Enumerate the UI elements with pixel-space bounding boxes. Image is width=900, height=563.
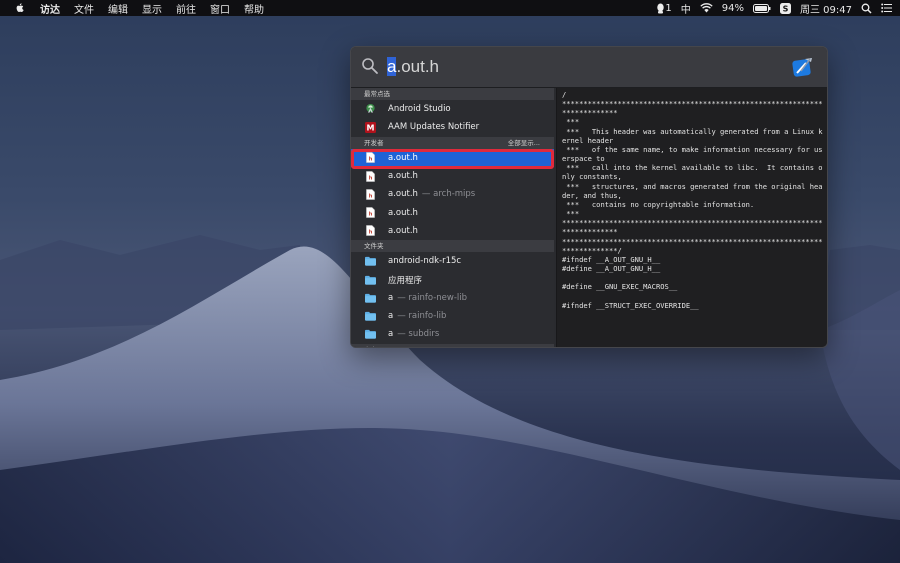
section-header-developer: 开发者 全部显示... — [351, 136, 554, 149]
battery-icon[interactable] — [753, 3, 771, 13]
qq-icon — [657, 3, 665, 13]
highlight-outline — [351, 148, 554, 169]
spotlight-menu-icon[interactable] — [861, 3, 872, 14]
header-file-icon: h — [365, 170, 376, 182]
header-file-icon: h — [365, 225, 376, 237]
svg-text:M: M — [367, 123, 375, 132]
show-all-link[interactable]: 全部显示... — [508, 137, 540, 149]
folder-icon — [365, 310, 376, 322]
adobe-icon: M — [365, 121, 376, 133]
result-label: a — [388, 311, 394, 322]
result-a-out-h[interactable]: h a.out.h — [351, 167, 554, 185]
search-query-rest: .out.h — [396, 57, 440, 76]
result-a-out-h-arch-mips[interactable]: h a.out.h — arch-mips — [351, 185, 554, 203]
section-header-definition: 定义 — [351, 343, 554, 347]
result-folder-a-subdirs[interactable]: a — subdirs — [351, 325, 554, 343]
folder-icon — [365, 255, 376, 267]
notification-center-icon[interactable] — [881, 3, 892, 13]
skype-icon[interactable]: S — [780, 2, 791, 14]
svg-text:S: S — [783, 4, 789, 13]
result-location: — subdirs — [397, 329, 440, 340]
svg-text:h: h — [369, 230, 373, 236]
folder-icon — [365, 328, 376, 340]
section-title: 定义 — [364, 346, 377, 347]
result-label: a.out.h — [388, 207, 418, 218]
svg-text:h: h — [369, 157, 373, 163]
result-a-out-h[interactable]: h a.out.h — [351, 222, 554, 240]
menu-finder[interactable]: 访达 — [40, 1, 60, 16]
menu-view[interactable]: 显示 — [142, 1, 162, 16]
result-label: a.out.h — [388, 171, 418, 182]
menu-help[interactable]: 帮助 — [244, 1, 264, 16]
result-location: — rainfo-new-lib — [397, 292, 468, 303]
menu-window[interactable]: 窗口 — [210, 1, 230, 16]
android-studio-icon — [365, 103, 376, 115]
menu-edit[interactable]: 编辑 — [108, 1, 128, 16]
search-icon — [362, 58, 378, 74]
menu-file[interactable]: 文件 — [74, 1, 94, 16]
result-aam-updates-notifier[interactable]: M AAM Updates Notifier — [351, 118, 554, 136]
apple-icon[interactable] — [14, 2, 26, 14]
xcode-icon — [792, 58, 812, 77]
clock[interactable]: 周三 09:47 — [800, 1, 852, 16]
header-file-icon: h — [365, 207, 376, 219]
results-list: 最常点选 Android Studio M AAM Updates Notifi… — [351, 88, 554, 347]
wifi-icon[interactable] — [700, 3, 713, 13]
result-label: android-ndk-r15c — [388, 256, 462, 267]
result-label: AAM Updates Notifier — [388, 122, 480, 133]
result-label: a — [388, 329, 394, 340]
result-folder-a-rainfo-lib[interactable]: a — rainfo-lib — [351, 307, 554, 325]
preview-text: / **************************************… — [562, 90, 823, 310]
folder-icon — [365, 274, 376, 286]
result-a-out-h[interactable]: h a.out.h — [351, 203, 554, 221]
section-header-frequent: 最常点选 — [351, 88, 554, 100]
result-folder-android-ndk[interactable]: android-ndk-r15c — [351, 252, 554, 270]
result-a-out-h-selected[interactable]: h a.out.h — [351, 148, 554, 169]
input-method[interactable]: 中 — [681, 1, 691, 16]
qq-status[interactable]: 1 — [656, 2, 672, 14]
result-label: 应用程序 — [388, 275, 423, 286]
folder-icon — [365, 292, 376, 304]
result-label: Android Studio — [388, 104, 451, 115]
search-input[interactable]: a.out.h — [387, 55, 777, 79]
section-title: 最常点选 — [364, 90, 390, 98]
header-file-icon: h — [365, 188, 376, 200]
section-header-folders: 文件夹 — [351, 240, 554, 253]
section-title: 开发者 — [364, 138, 384, 147]
svg-text:h: h — [369, 175, 373, 181]
search-bar: a.out.h — [351, 47, 827, 88]
qq-count: 1 — [665, 2, 672, 14]
result-folder-a-rainfo-new-lib[interactable]: a — rainfo-new-lib — [351, 289, 554, 307]
spotlight-window: a.out.h 最常点选 Android Studio M AAM Update… — [350, 46, 828, 348]
result-folder-applications[interactable]: 应用程序 — [351, 270, 554, 288]
battery-percent[interactable]: 94% — [722, 3, 744, 14]
menu-bar: 访达 文件 编辑 显示 前往 窗口 帮助 1 中 94% S 周三 09:47 — [0, 0, 900, 16]
result-label: a.out.h — [388, 225, 418, 236]
result-location: — arch-mips — [421, 189, 476, 200]
menu-go[interactable]: 前往 — [176, 1, 196, 16]
file-preview[interactable]: / **************************************… — [556, 88, 827, 347]
result-location: — rainfo-lib — [397, 311, 447, 322]
svg-text:h: h — [369, 212, 373, 218]
result-label: a.out.h — [388, 189, 418, 200]
result-label: a — [388, 292, 394, 303]
header-file-icon: h — [365, 152, 376, 164]
result-android-studio[interactable]: Android Studio — [351, 100, 554, 118]
section-title: 文件夹 — [364, 242, 384, 251]
svg-text:h: h — [369, 193, 373, 199]
result-label: a.out.h — [388, 152, 418, 163]
